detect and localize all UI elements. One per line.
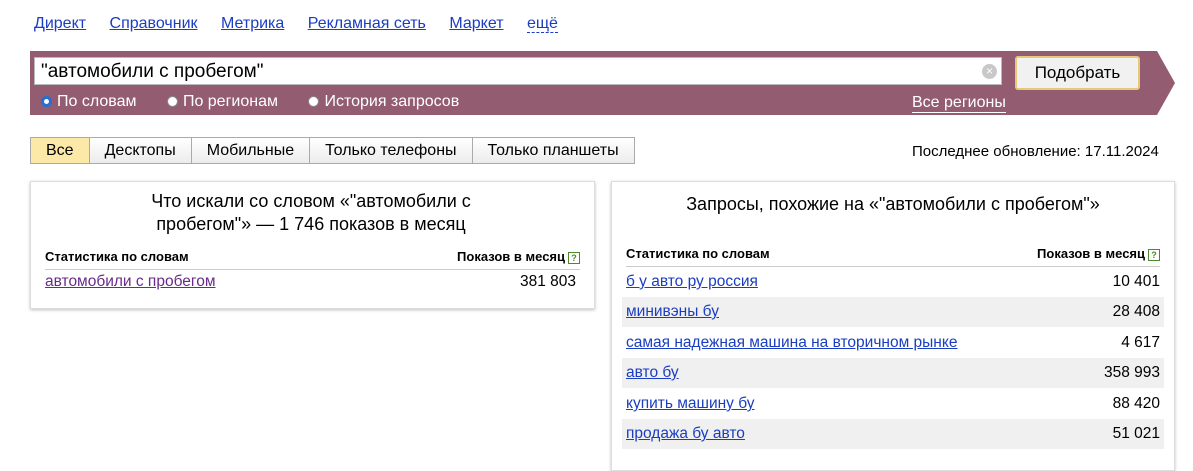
search-mode-radios: По словам По регионам История запросов (41, 93, 485, 111)
phrase-link[interactable]: авто бу (626, 364, 679, 381)
submit-button[interactable]: Подобрать (1015, 56, 1140, 90)
radio-dot-icon (308, 96, 320, 107)
phrase-link[interactable]: самая надежная машина на вторичном рынке (626, 334, 957, 351)
panel-title: Что искали со словом «"автомобили с проб… (151, 191, 471, 234)
nav-link-ad-network[interactable]: Рекламная сеть (308, 15, 426, 32)
radio-history[interactable]: История запросов (308, 93, 459, 110)
count-value: 4 617 (1121, 334, 1160, 351)
table-row: автомобили с пробегом 381 803 (45, 267, 580, 297)
device-tabs: Все Десктопы Мобильные Только телефоны Т… (30, 137, 635, 164)
top-navigation: Директ Справочник Метрика Рекламная сеть… (34, 15, 577, 35)
table-header: Статистика по словам Показов в месяц? (626, 246, 1160, 267)
count-value: 381 803 (519, 273, 576, 290)
help-icon[interactable]: ? (1148, 249, 1160, 261)
similar-queries-panel: Запросы, похожие на «"автомобили с пробе… (611, 181, 1175, 471)
last-updated: Последнее обновление: 17.11.2024 (912, 143, 1159, 160)
tab-mobile[interactable]: Мобильные (191, 138, 311, 163)
table-row: б у авто ру россия 10 401 (622, 267, 1164, 297)
panel-title: Запросы, похожие на «"автомобили с пробе… (686, 194, 1100, 214)
table-row: самая надежная машина на вторичном рынке… (622, 328, 1164, 358)
col-count-label: Показов в месяц (1037, 246, 1145, 261)
count-value: 10 401 (1112, 273, 1160, 290)
nav-link-direct[interactable]: Директ (34, 15, 86, 32)
radio-by-words[interactable]: По словам (41, 93, 136, 110)
radio-label: По словам (57, 93, 137, 110)
tab-all[interactable]: Все (31, 138, 90, 163)
radio-dot-icon (166, 96, 178, 107)
nav-link-more[interactable]: ещё (526, 15, 558, 33)
searched-with-word-panel: Что искали со словом «"автомобили с проб… (30, 181, 595, 309)
radio-label: По регионам (182, 93, 278, 110)
col-stat-header: Статистика по словам (626, 246, 770, 261)
table-row: авто бу 358 993 (622, 358, 1164, 388)
tab-desktops[interactable]: Десктопы (89, 138, 192, 163)
nav-link-reference[interactable]: Справочник (110, 15, 198, 32)
radio-dot-icon (41, 96, 52, 107)
table-row: продажа бу авто 51 021 (622, 419, 1164, 449)
all-regions-link[interactable]: Все регионы (912, 93, 1006, 113)
table-row: купить машину бу 88 420 (622, 389, 1164, 419)
count-value: 51 021 (1112, 425, 1160, 442)
nav-link-market[interactable]: Маркет (449, 15, 503, 32)
col-count-label: Показов в месяц (457, 249, 565, 264)
phrase-link[interactable]: минивэны бу (626, 303, 719, 320)
tab-phones[interactable]: Только телефоны (310, 138, 473, 163)
col-count-header: Показов в месяц? (1037, 246, 1160, 261)
help-icon[interactable]: ? (568, 252, 580, 264)
phrase-link[interactable]: автомобили с пробегом (45, 273, 216, 290)
nav-link-metrika[interactable]: Метрика (221, 15, 284, 32)
phrase-link[interactable]: продажа бу авто (626, 425, 745, 442)
clear-icon[interactable]: × (982, 64, 997, 79)
phrase-link[interactable]: б у авто ру россия (626, 273, 758, 290)
count-value: 358 993 (1103, 364, 1160, 381)
radio-label: История запросов (324, 93, 460, 110)
count-value: 88 420 (1112, 395, 1160, 412)
phrase-link[interactable]: купить машину бу (626, 395, 755, 412)
radio-by-regions[interactable]: По регионам (166, 93, 278, 110)
search-input[interactable]: "автомобили с пробегом" (34, 57, 1002, 85)
table-row: минивэны бу 28 408 (622, 297, 1164, 327)
search-bar: "автомобили с пробегом" × Подобрать По с… (30, 51, 1175, 115)
count-value: 28 408 (1112, 303, 1160, 320)
col-stat-header: Статистика по словам (45, 249, 189, 264)
col-count-header: Показов в месяц? (457, 249, 580, 264)
tab-tablets[interactable]: Только планшеты (472, 138, 634, 163)
